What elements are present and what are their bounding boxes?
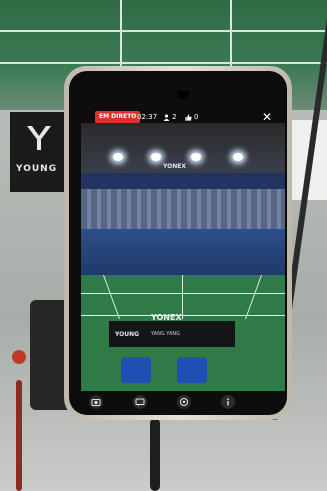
court-line <box>102 275 121 319</box>
court-line <box>182 275 183 319</box>
likes-count: 0 <box>194 113 199 121</box>
spectator-stands <box>81 189 285 229</box>
charging-cable <box>150 418 160 491</box>
person-icon <box>163 114 170 121</box>
arena-sign: YONEX <box>163 163 186 170</box>
camera-preview: YONEX YONEX YOUNG YANG YANG <box>81 123 285 391</box>
camera-icon[interactable] <box>89 395 103 409</box>
thumbs-up-icon <box>185 113 192 121</box>
court-line <box>0 30 327 32</box>
ceiling-light <box>233 153 243 161</box>
advertising-board: YOUNG YANG YANG <box>109 321 235 347</box>
sponsor-logo-icon <box>27 126 51 150</box>
red-cable <box>16 380 22 491</box>
viewers-count: 2 <box>172 113 177 121</box>
banner-text: YOUNG <box>16 164 58 174</box>
info-icon[interactable] <box>221 395 235 409</box>
live-badge: EM DIRETO <box>95 111 141 123</box>
ceiling-light <box>191 153 201 161</box>
elapsed-time: 02:37 <box>137 113 158 121</box>
ad-text-left: YOUNG <box>115 331 140 338</box>
blue-chair <box>121 357 151 383</box>
ceiling-light <box>151 153 161 161</box>
phone-bezel: EM DIRETO 02:37 2 0 ✕ YONEX YONEX YOUNG … <box>69 71 287 415</box>
court-line <box>81 315 285 316</box>
stream-bottom-bar <box>81 391 285 413</box>
viewers-counter: 2 <box>163 111 176 123</box>
photo-scene: YOUNG EM DIRETO 02:37 2 0 ✕ YONEX YONEX … <box>0 0 327 491</box>
ad-text-right: YANG YANG <box>151 331 180 337</box>
smartphone: EM DIRETO 02:37 2 0 ✕ YONEX YONEX YOUNG … <box>64 66 292 420</box>
ceiling-light <box>113 153 123 161</box>
court-line <box>120 0 122 70</box>
blue-chair <box>177 357 207 383</box>
likes-counter: 0 <box>185 111 198 123</box>
live-stream-screen: EM DIRETO 02:37 2 0 ✕ YONEX YONEX YOUNG … <box>81 83 285 413</box>
mount-knob <box>12 350 26 364</box>
chat-icon[interactable] <box>133 395 147 409</box>
court-line <box>230 0 232 70</box>
camera-notch <box>177 91 189 99</box>
arena-wall <box>81 229 285 275</box>
share-icon[interactable] <box>177 395 191 409</box>
court-line <box>0 62 327 64</box>
court-line <box>244 275 263 319</box>
stream-top-bar: EM DIRETO 02:37 2 0 ✕ <box>81 83 285 124</box>
